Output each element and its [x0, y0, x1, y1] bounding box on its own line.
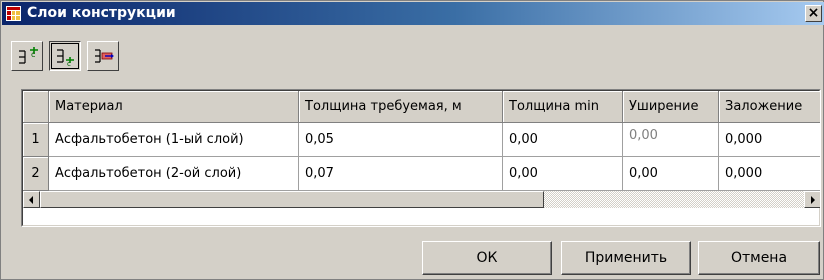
apply-button[interactable]: Применить: [561, 241, 691, 275]
column-header-thickness-required[interactable]: Толщина требуемая, м: [299, 91, 503, 123]
scroll-right-button[interactable]: [804, 191, 820, 208]
close-icon: ×: [807, 5, 820, 21]
column-header-thickness-min[interactable]: Толщина min: [503, 91, 623, 123]
row-number[interactable]: 2: [23, 157, 49, 191]
layers-table[interactable]: Материал Толщина требуемая, м Толщина mi…: [21, 89, 821, 227]
table-cell[interactable]: Асфальтобетон (1-ый слой): [49, 123, 299, 157]
delete-layer-icon: [95, 49, 114, 63]
scroll-thumb[interactable]: [40, 191, 544, 208]
column-header-widening[interactable]: Уширение: [623, 91, 719, 123]
close-button[interactable]: ×: [805, 5, 822, 22]
insert-layer-icon: c: [57, 49, 74, 67]
table-cell[interactable]: Асфальтобетон (2-ой слой): [49, 157, 299, 191]
title-bar[interactable]: Слои конструкции ×: [2, 2, 824, 25]
arrow-left-icon: [29, 196, 33, 204]
table-cell[interactable]: 0,00: [503, 157, 623, 191]
row-number[interactable]: 1: [23, 123, 49, 157]
delete-layer-button[interactable]: [87, 41, 119, 71]
svg-text:c: c: [31, 50, 35, 59]
svg-text:c: c: [67, 60, 71, 67]
table-cell[interactable]: 0,000: [719, 123, 820, 157]
column-header-material[interactable]: Материал: [49, 91, 299, 123]
table-cell[interactable]: 0,00: [623, 157, 719, 191]
add-layer-button[interactable]: c: [11, 41, 43, 71]
cancel-button[interactable]: Отмена: [698, 241, 820, 275]
grid-table-icon: [6, 6, 21, 21]
arrow-right-icon: [811, 196, 815, 204]
ok-button[interactable]: ОК: [422, 241, 552, 275]
dialog-window: Слои конструкции × c c Материал Толщина …: [0, 0, 824, 280]
window-title: Слои конструкции: [27, 5, 176, 21]
corner-header: [23, 91, 49, 123]
horizontal-scrollbar[interactable]: [23, 191, 820, 208]
table-cell[interactable]: 0,00: [503, 123, 623, 157]
table-cell[interactable]: 0,05: [299, 123, 503, 157]
column-header-slope[interactable]: Заложение: [719, 91, 820, 123]
table-cell[interactable]: 0,000: [719, 157, 820, 191]
add-layer-icon: c: [19, 47, 38, 64]
scroll-left-button[interactable]: [23, 191, 40, 208]
table-body: Материал Толщина требуемая, м Толщина mi…: [22, 90, 820, 226]
insert-layer-button[interactable]: c: [49, 41, 81, 71]
table-cell[interactable]: 0,00: [623, 123, 719, 157]
table-cell[interactable]: 0,07: [299, 157, 503, 191]
